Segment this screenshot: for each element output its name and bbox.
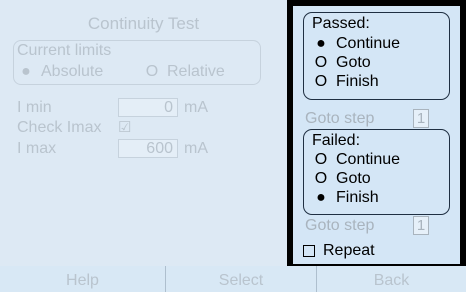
i-min-input[interactable]: 0	[118, 98, 178, 117]
repeat-label: Repeat	[323, 242, 375, 259]
failed-radio-goto[interactable]: O Goto	[312, 170, 371, 188]
passed-finish-label: Finish	[336, 73, 379, 90]
radio-relative[interactable]: O Relative	[143, 63, 225, 81]
radio-unselected-icon: O	[314, 54, 328, 71]
radio-unselected-icon: O	[145, 63, 159, 80]
checkbox-unchecked-icon	[303, 245, 315, 257]
failed-goto-step-label: Goto step	[305, 217, 375, 234]
radio-selected-icon: ●	[21, 63, 31, 80]
repeat-checkbox[interactable]: Repeat	[303, 242, 375, 260]
back-button[interactable]: Back	[317, 266, 466, 292]
passed-goto-step-label: Goto step	[305, 110, 375, 127]
failed-goto-label: Goto	[336, 170, 371, 187]
failed-group: Failed: O Continue O Goto ● Finish	[303, 129, 450, 215]
radio-unselected-icon: O	[314, 73, 328, 90]
select-button[interactable]: Select	[166, 266, 316, 292]
passed-goto-label: Goto	[336, 54, 371, 71]
result-action-panel-frame: Passed: ● Continue O Goto O Finish Goto …	[287, 0, 466, 270]
passed-group: Passed: ● Continue O Goto O Finish	[303, 12, 450, 100]
radio-selected-icon: ●	[316, 35, 326, 52]
current-limits-label: Current limits	[17, 42, 112, 59]
failed-radio-finish[interactable]: ● Finish	[312, 189, 379, 207]
test-settings-panel: Continuity Test Current limits ● Absolut…	[0, 0, 287, 266]
footer-divider	[316, 266, 317, 292]
failed-goto-step-input[interactable]: 1	[413, 216, 429, 235]
help-button[interactable]: Help	[0, 266, 165, 292]
i-max-unit: mA	[184, 140, 208, 157]
failed-continue-label: Continue	[336, 151, 401, 168]
radio-absolute-label: Absolute	[41, 63, 104, 80]
failed-radio-continue[interactable]: O Continue	[312, 151, 400, 169]
failed-label: Failed:	[312, 132, 361, 149]
passed-radio-goto[interactable]: O Goto	[312, 54, 371, 72]
radio-relative-label: Relative	[167, 63, 225, 80]
i-max-label: I max	[17, 140, 57, 157]
passed-radio-continue[interactable]: ● Continue	[312, 35, 400, 53]
radio-absolute[interactable]: ● Absolute	[17, 63, 103, 81]
i-max-input[interactable]: 600	[118, 139, 178, 158]
i-min-label: I min	[17, 99, 52, 116]
radio-unselected-icon: O	[314, 151, 328, 168]
check-imax-label: Check Imax	[17, 119, 102, 136]
softkey-bar: Help Select Back	[0, 266, 466, 292]
result-action-panel: Passed: ● Continue O Goto O Finish Goto …	[293, 6, 460, 264]
passed-radio-finish[interactable]: O Finish	[312, 73, 379, 91]
passed-goto-step-input[interactable]: 1	[413, 109, 429, 128]
radio-selected-icon: ●	[316, 189, 326, 206]
i-min-unit: mA	[184, 99, 208, 116]
check-imax-checkbox[interactable]: ☑	[118, 118, 131, 136]
passed-label: Passed:	[312, 15, 370, 32]
footer-divider	[165, 266, 166, 292]
page-title: Continuity Test	[87, 14, 200, 33]
passed-continue-label: Continue	[336, 35, 401, 52]
radio-unselected-icon: O	[314, 170, 328, 187]
failed-finish-label: Finish	[336, 189, 379, 206]
